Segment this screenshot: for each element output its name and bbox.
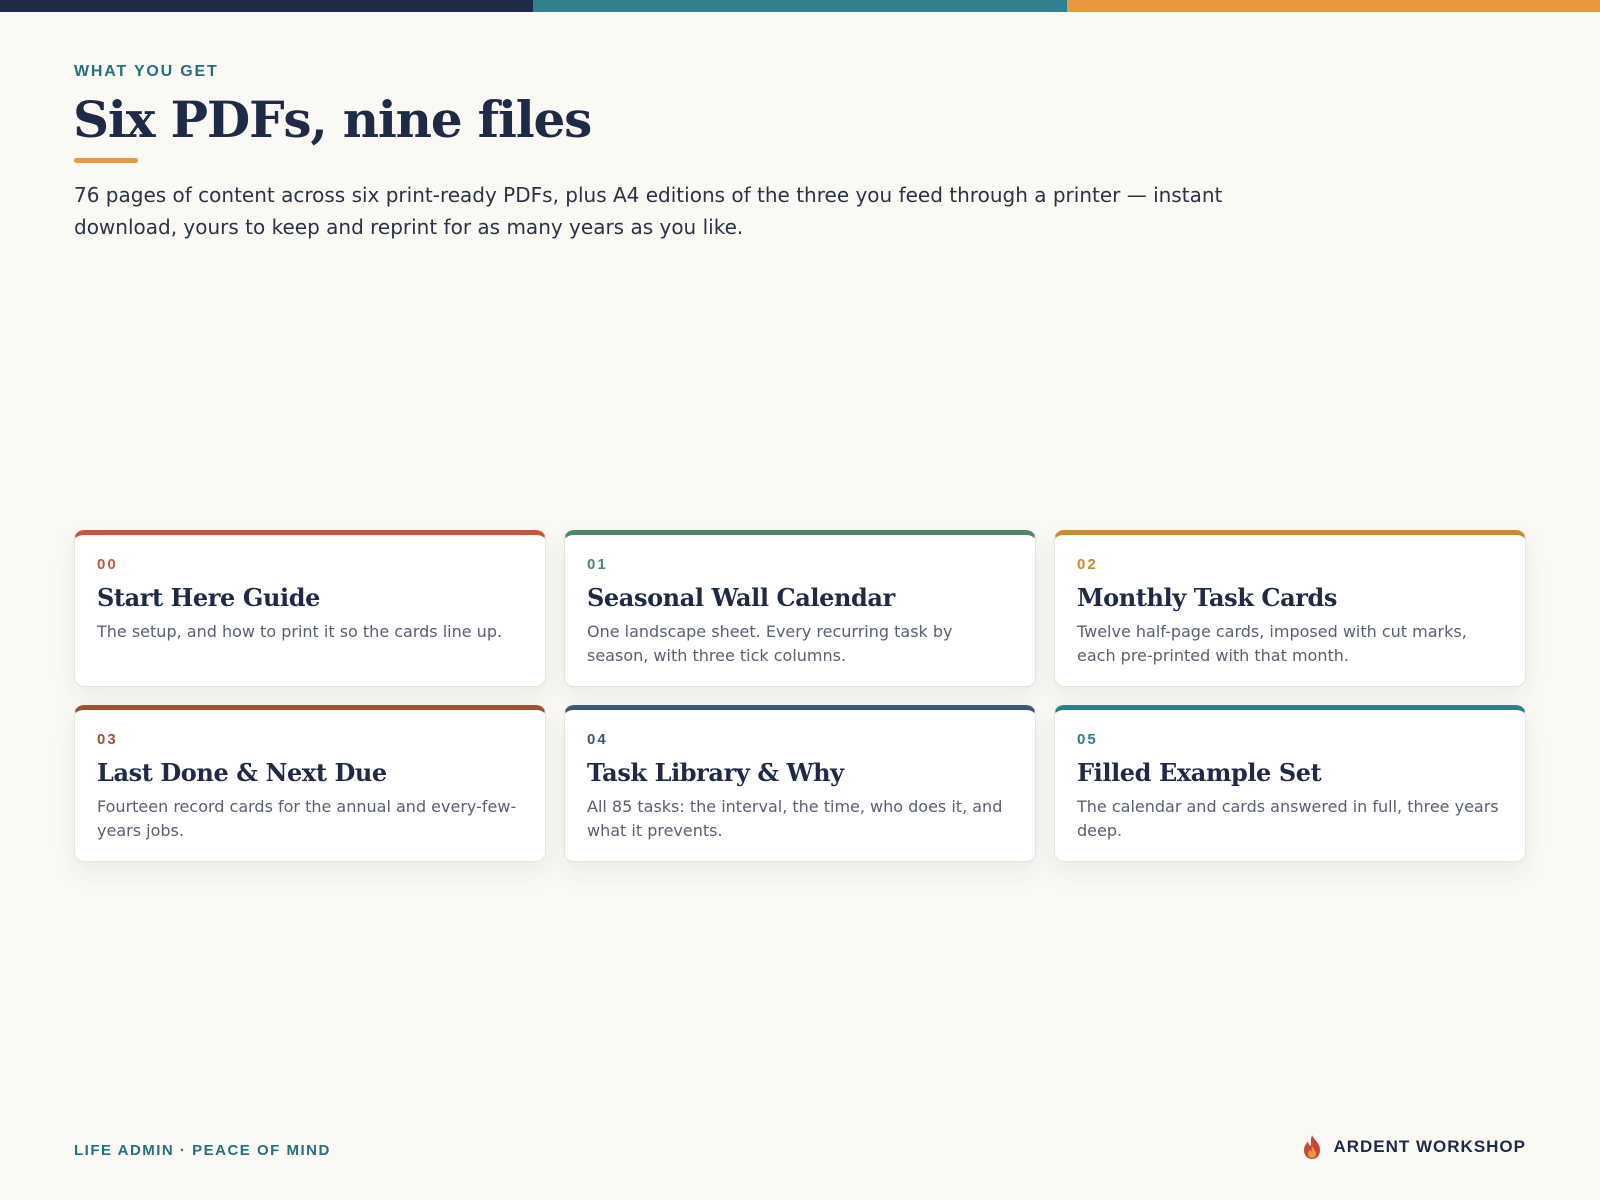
brand-logo: ARDENT WORKSHOP [1301, 1134, 1526, 1160]
product-card: 04 Task Library & Why All 85 tasks: the … [564, 705, 1036, 862]
footer-tagline: LIFE ADMIN · PEACE OF MIND [74, 1142, 331, 1159]
stripe-segment-teal [533, 0, 1067, 12]
title-underline [74, 158, 138, 163]
flame-icon [1304, 1135, 1321, 1159]
card-title: Start Here Guide [97, 583, 320, 612]
card-number: 04 [587, 731, 608, 748]
section-eyebrow: WHAT YOU GET [74, 63, 219, 80]
card-title: Task Library & Why [587, 758, 844, 787]
card-title: Filled Example Set [1077, 758, 1322, 787]
product-card: 05 Filled Example Set The calendar and c… [1054, 705, 1526, 862]
product-card-grid: 00 Start Here Guide The setup, and how t… [74, 530, 1526, 862]
card-description: Twelve half-page cards, imposed with cut… [1077, 622, 1467, 665]
card-description: Fourteen record cards for the annual and… [97, 797, 517, 840]
card-number: 03 [97, 731, 118, 748]
product-card: 00 Start Here Guide The setup, and how t… [74, 530, 546, 687]
intro-paragraph: 76 pages of content across six print-rea… [74, 183, 1223, 239]
page-title: Six PDFs, nine files [73, 90, 592, 149]
card-description: The setup, and how to print it so the ca… [97, 622, 503, 641]
stripe-segment-navy [0, 0, 534, 12]
top-color-stripe [0, 0, 1600, 12]
card-description: One landscape sheet. Every recurring tas… [587, 622, 953, 665]
card-title: Monthly Task Cards [1077, 583, 1337, 612]
product-card: 01 Seasonal Wall Calendar One landscape … [564, 530, 1036, 687]
card-title: Seasonal Wall Calendar [587, 583, 895, 612]
brand-name: ARDENT WORKSHOP [1333, 1137, 1526, 1156]
card-title: Last Done & Next Due [97, 758, 387, 787]
product-card: 03 Last Done & Next Due Fourteen record … [74, 705, 546, 862]
card-number: 02 [1077, 556, 1098, 573]
card-number: 00 [97, 556, 118, 573]
page: WHAT YOU GET Six PDFs, nine files 76 pag… [0, 0, 1600, 1200]
product-card: 02 Monthly Task Cards Twelve half-page c… [1054, 530, 1526, 687]
card-number: 05 [1077, 731, 1098, 748]
card-description: The calendar and cards answered in full,… [1077, 797, 1499, 840]
card-description: All 85 tasks: the interval, the time, wh… [587, 797, 1003, 840]
stripe-segment-orange [1066, 0, 1600, 12]
card-number: 01 [587, 556, 608, 573]
